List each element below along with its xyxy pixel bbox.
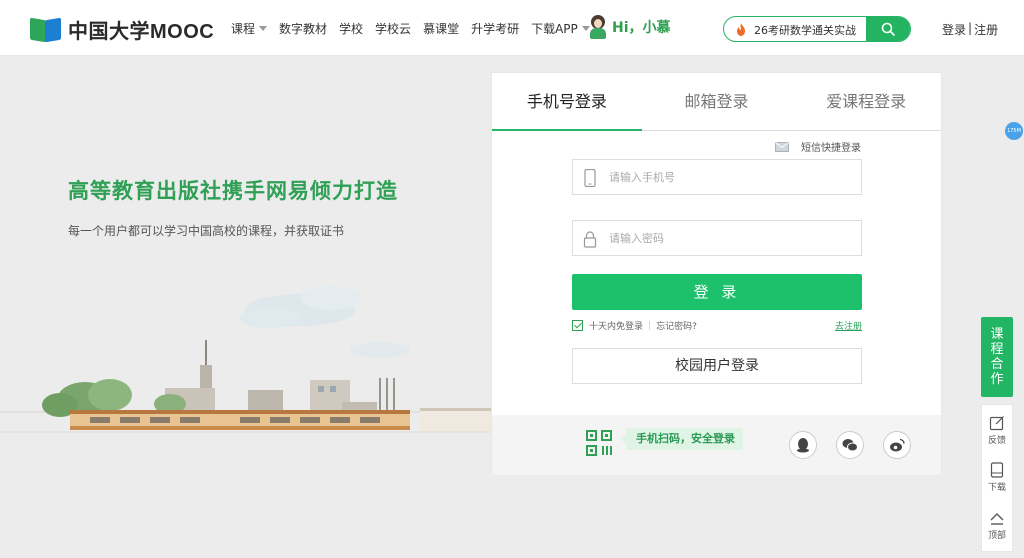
logo-book-icon bbox=[30, 17, 62, 43]
sms-login-label: 短信快捷登录 bbox=[801, 143, 861, 154]
download-icon bbox=[990, 462, 1004, 478]
weibo-icon bbox=[890, 438, 905, 452]
wechat-icon bbox=[842, 439, 858, 452]
lock-icon bbox=[583, 231, 597, 248]
hero-title: 高等教育出版社携手网易倾力打造 bbox=[68, 179, 398, 203]
search-box[interactable]: 26考研数学通关实战 bbox=[723, 16, 911, 42]
search-icon bbox=[881, 22, 895, 36]
nav-label: 课程 bbox=[231, 22, 256, 36]
feedback-button[interactable]: 反馈 bbox=[982, 415, 1012, 446]
go-register-link[interactable]: 去注册 bbox=[835, 319, 862, 332]
auth-links: 登录 | 注册 bbox=[942, 21, 998, 38]
back-to-top-icon bbox=[990, 513, 1004, 525]
nav-item-courses[interactable]: 课程 bbox=[231, 20, 268, 37]
login-options: 十天内免登录 | 忘记密码? 去注册 bbox=[572, 319, 862, 332]
main-nav: 课程 数字教材 学校 学校云 慕课堂 升学考研 下载APP bbox=[231, 20, 602, 37]
remember-label[interactable]: 十天内免登录 bbox=[589, 319, 643, 332]
envelope-icon bbox=[775, 141, 789, 152]
remember-checkbox[interactable] bbox=[572, 320, 583, 331]
back-to-top-button[interactable]: 顶部 bbox=[982, 512, 1012, 541]
nav-item-digital-textbooks[interactable]: 数字教材 bbox=[279, 20, 327, 37]
register-link[interactable]: 注册 bbox=[974, 21, 998, 38]
site-logo[interactable]: 中国大学MOOC bbox=[30, 15, 214, 44]
wechat-login-button[interactable] bbox=[836, 431, 864, 459]
sms-quick-login[interactable]: 短信快捷登录 bbox=[775, 139, 861, 154]
cooperation-label: 课程合作 bbox=[990, 327, 1004, 387]
fire-icon bbox=[737, 23, 745, 36]
tab-icourse-login[interactable]: 爱课程登录 bbox=[791, 73, 941, 130]
login-panel: 手机号登录 邮箱登录 爱课程登录 短信快捷登录 登 录 十天内免登录 | 忘记密… bbox=[491, 72, 942, 475]
side-toolbar: 反馈 下载 顶部 bbox=[981, 404, 1013, 552]
scan-login-tip: 手机扫码，安全登录 bbox=[620, 428, 743, 450]
qq-login-button[interactable] bbox=[789, 431, 817, 459]
feedback-icon bbox=[989, 416, 1004, 431]
search-button[interactable] bbox=[866, 17, 910, 41]
login-footer: 手机扫码，安全登录 bbox=[492, 415, 941, 475]
nav-label: 学校 bbox=[339, 22, 364, 36]
nav-label: 数字教材 bbox=[279, 22, 328, 36]
nav-label: 学校云 bbox=[375, 22, 412, 36]
course-cooperation-button[interactable]: 课程合作 bbox=[981, 317, 1013, 397]
back-to-top-label: 顶部 bbox=[987, 531, 1006, 541]
campus-login-button[interactable]: 校园用户登录 bbox=[572, 348, 862, 384]
weibo-login-button[interactable] bbox=[883, 431, 911, 459]
nav-label: 升学考研 bbox=[471, 22, 520, 36]
password-input[interactable] bbox=[609, 221, 855, 255]
campus-illustration bbox=[0, 286, 492, 433]
forgot-password-link[interactable]: 忘记密码? bbox=[656, 319, 697, 332]
qr-code-icon[interactable] bbox=[586, 430, 612, 456]
nav-label: 下载APP bbox=[531, 22, 578, 36]
top-header: 中国大学MOOC 课程 数字教材 学校 学校云 慕课堂 升学考研 下载APP H… bbox=[0, 0, 1024, 56]
phone-field[interactable] bbox=[572, 159, 862, 195]
phone-input[interactable] bbox=[609, 160, 855, 194]
login-tabs: 手机号登录 邮箱登录 爱课程登录 bbox=[492, 73, 941, 131]
login-link[interactable]: 登录 bbox=[942, 21, 966, 38]
search-input[interactable]: 26考研数学通关实战 bbox=[754, 22, 856, 38]
greeting[interactable]: Hi，小慕 bbox=[588, 15, 671, 39]
feedback-label: 反馈 bbox=[987, 436, 1006, 446]
auth-separator: | bbox=[968, 21, 973, 35]
nav-item-download-app[interactable]: 下载APP bbox=[531, 20, 590, 37]
login-submit-button[interactable]: 登 录 bbox=[572, 274, 862, 310]
phone-icon bbox=[584, 169, 596, 187]
memory-badge[interactable]: 175M bbox=[1005, 122, 1023, 140]
nav-label: 慕课堂 bbox=[423, 22, 460, 36]
download-button[interactable]: 下载 bbox=[982, 462, 1012, 493]
greeting-text: Hi，小慕 bbox=[612, 20, 671, 36]
chevron-down-icon bbox=[259, 26, 268, 31]
tab-phone-login[interactable]: 手机号登录 bbox=[492, 73, 642, 131]
nav-item-graduate-exam[interactable]: 升学考研 bbox=[471, 20, 519, 37]
nav-item-schools[interactable]: 学校 bbox=[339, 20, 363, 37]
mascot-avatar-icon bbox=[588, 15, 608, 39]
download-label: 下载 bbox=[987, 483, 1006, 493]
tab-email-login[interactable]: 邮箱登录 bbox=[642, 73, 792, 130]
nav-item-mooc-classroom[interactable]: 慕课堂 bbox=[423, 20, 459, 37]
nav-item-school-cloud[interactable]: 学校云 bbox=[375, 20, 411, 37]
qq-icon bbox=[797, 438, 809, 453]
password-field[interactable] bbox=[572, 220, 862, 256]
hero-subtitle: 每一个用户都可以学习中国高校的课程，并获取证书 bbox=[68, 224, 345, 238]
logo-text: 中国大学MOOC bbox=[68, 21, 215, 43]
divider: | bbox=[648, 320, 652, 331]
